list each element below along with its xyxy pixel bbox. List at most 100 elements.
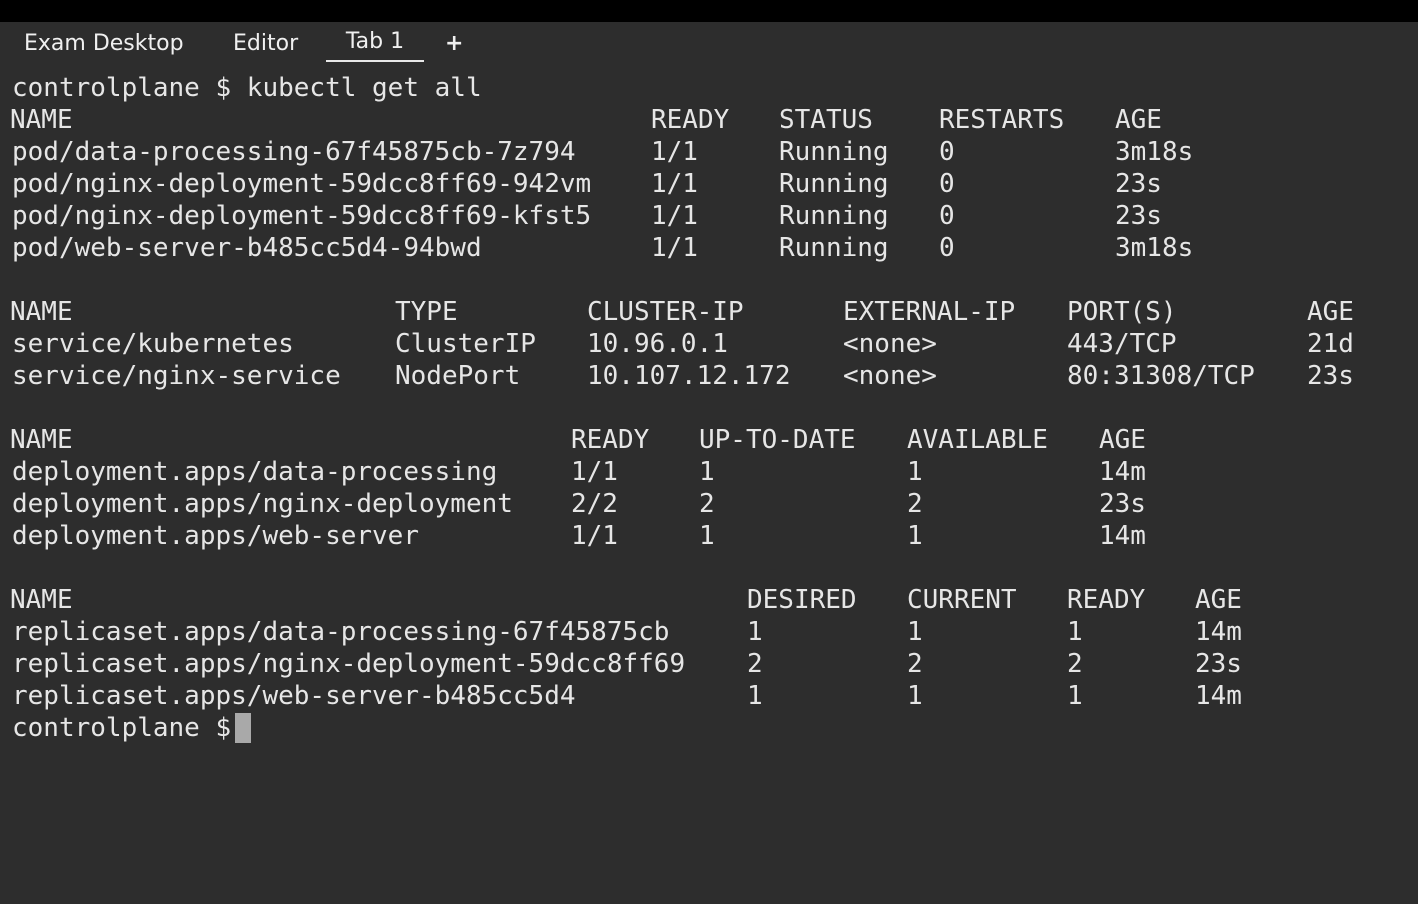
pods-col-restarts: RESTARTS bbox=[939, 105, 1065, 135]
deployment-age: 14m bbox=[1099, 457, 1146, 487]
deployment-up-to-date: 2 bbox=[699, 489, 715, 519]
pod-restarts: 0 bbox=[939, 137, 955, 167]
deployment-age: 14m bbox=[1099, 521, 1146, 551]
tab-tab-1[interactable]: Tab 1 bbox=[326, 22, 424, 62]
deployments-col-age: AGE bbox=[1099, 425, 1146, 455]
top-black-bar bbox=[0, 0, 1418, 22]
deployments-col-up-to-date: UP-TO-DATE bbox=[699, 425, 856, 455]
replicaset-age: 14m bbox=[1195, 617, 1242, 647]
table-row: pod/nginx-deployment-59dcc8ff69-kfst5 1/… bbox=[12, 200, 1412, 232]
pod-name: pod/nginx-deployment-59dcc8ff69-kfst5 bbox=[12, 201, 592, 231]
cursor-block bbox=[235, 713, 252, 743]
replicasets-col-name: NAME bbox=[10, 585, 73, 615]
pod-name: pod/web-server-b485cc5d4-94bwd bbox=[12, 233, 482, 263]
add-tab-button[interactable]: + bbox=[445, 22, 463, 66]
prompt-text: controlplane $ bbox=[12, 713, 232, 743]
replicaset-ready: 1 bbox=[1067, 681, 1083, 711]
prompt-line[interactable]: controlplane $ bbox=[12, 712, 1412, 744]
tab-editor[interactable]: Editor bbox=[233, 22, 298, 66]
pod-name: pod/nginx-deployment-59dcc8ff69-942vm bbox=[12, 169, 592, 199]
pods-col-ready: READY bbox=[651, 105, 730, 135]
command-prompt-text: controlplane $ kubectl get all bbox=[12, 73, 482, 103]
pods-col-status: STATUS bbox=[779, 105, 873, 135]
services-col-name: NAME bbox=[10, 297, 73, 327]
deployments-col-ready: READY bbox=[571, 425, 650, 455]
replicasets-col-age: AGE bbox=[1195, 585, 1242, 615]
replicaset-current: 2 bbox=[907, 649, 923, 679]
table-row: replicaset.apps/web-server-b485cc5d4 1 1… bbox=[12, 680, 1412, 712]
services-col-ports: PORT(S) bbox=[1067, 297, 1177, 327]
pod-restarts: 0 bbox=[939, 201, 955, 231]
pod-status: Running bbox=[779, 201, 889, 231]
replicasets-col-current: CURRENT bbox=[907, 585, 1017, 615]
service-type: ClusterIP bbox=[395, 329, 536, 359]
deployment-name: deployment.apps/data-processing bbox=[12, 457, 498, 487]
deployment-up-to-date: 1 bbox=[699, 521, 715, 551]
deployments-header-row: NAME READY UP-TO-DATE AVAILABLE AGE bbox=[10, 424, 1412, 456]
replicaset-age: 23s bbox=[1195, 649, 1242, 679]
services-col-type: TYPE bbox=[395, 297, 458, 327]
deployment-name: deployment.apps/nginx-deployment bbox=[12, 489, 513, 519]
terminal-output[interactable]: controlplane $ kubectl get all NAME READ… bbox=[10, 72, 1412, 782]
services-col-age: AGE bbox=[1307, 297, 1354, 327]
table-row: deployment.apps/data-processing 1/1 1 1 … bbox=[12, 456, 1412, 488]
service-name: service/kubernetes bbox=[12, 329, 294, 359]
pod-age: 23s bbox=[1115, 169, 1162, 199]
pod-restarts: 0 bbox=[939, 233, 955, 263]
pod-name: pod/data-processing-67f45875cb-7z794 bbox=[12, 137, 576, 167]
replicaset-name: replicaset.apps/data-processing-67f45875… bbox=[12, 617, 670, 647]
replicasets-header-row: NAME DESIRED CURRENT READY AGE bbox=[10, 584, 1412, 616]
table-row: deployment.apps/nginx-deployment 2/2 2 2… bbox=[12, 488, 1412, 520]
deployment-ready: 1/1 bbox=[571, 457, 618, 487]
pod-age: 23s bbox=[1115, 201, 1162, 231]
pod-status: Running bbox=[779, 169, 889, 199]
table-row: pod/data-processing-67f45875cb-7z794 1/1… bbox=[12, 136, 1412, 168]
service-type: NodePort bbox=[395, 361, 521, 391]
replicaset-desired: 1 bbox=[747, 681, 763, 711]
services-col-external-ip: EXTERNAL-IP bbox=[843, 297, 1016, 327]
service-external-ip: <none> bbox=[843, 329, 937, 359]
pod-ready: 1/1 bbox=[651, 233, 698, 263]
service-name: service/nginx-service bbox=[12, 361, 341, 391]
replicaset-name: replicaset.apps/nginx-deployment-59dcc8f… bbox=[12, 649, 686, 679]
service-cluster-ip: 10.107.12.172 bbox=[587, 361, 791, 391]
replicaset-ready: 2 bbox=[1067, 649, 1083, 679]
pods-col-age: AGE bbox=[1115, 105, 1162, 135]
deployment-available: 1 bbox=[907, 521, 923, 551]
replicaset-age: 14m bbox=[1195, 681, 1242, 711]
replicasets-col-ready: READY bbox=[1067, 585, 1146, 615]
table-row: deployment.apps/web-server 1/1 1 1 14m bbox=[12, 520, 1412, 552]
service-ports: 80:31308/TCP bbox=[1067, 361, 1255, 391]
pods-col-name: NAME bbox=[10, 105, 73, 135]
pod-ready: 1/1 bbox=[651, 169, 698, 199]
service-age: 23s bbox=[1307, 361, 1354, 391]
pod-age: 3m18s bbox=[1115, 137, 1194, 167]
table-row: replicaset.apps/nginx-deployment-59dcc8f… bbox=[12, 648, 1412, 680]
replicaset-desired: 2 bbox=[747, 649, 763, 679]
pod-status: Running bbox=[779, 233, 889, 263]
replicaset-current: 1 bbox=[907, 617, 923, 647]
table-row: service/kubernetes ClusterIP 10.96.0.1 <… bbox=[12, 328, 1412, 360]
command-line: controlplane $ kubectl get all bbox=[12, 72, 1412, 104]
table-row: replicaset.apps/data-processing-67f45875… bbox=[12, 616, 1412, 648]
services-col-cluster-ip: CLUSTER-IP bbox=[587, 297, 744, 327]
replicaset-name: replicaset.apps/web-server-b485cc5d4 bbox=[12, 681, 576, 711]
pod-status: Running bbox=[779, 137, 889, 167]
deployment-available: 2 bbox=[907, 489, 923, 519]
deployment-ready: 2/2 bbox=[571, 489, 618, 519]
prompt-text-wrapper: controlplane $ bbox=[12, 712, 252, 744]
pod-ready: 1/1 bbox=[651, 201, 698, 231]
pod-ready: 1/1 bbox=[651, 137, 698, 167]
services-header-row: NAME TYPE CLUSTER-IP EXTERNAL-IP PORT(S)… bbox=[10, 296, 1412, 328]
service-cluster-ip: 10.96.0.1 bbox=[587, 329, 728, 359]
deployment-ready: 1/1 bbox=[571, 521, 618, 551]
service-external-ip: <none> bbox=[843, 361, 937, 391]
tab-bar: Exam Desktop Editor Tab 1 + bbox=[0, 22, 1418, 68]
tab-exam-desktop[interactable]: Exam Desktop bbox=[24, 22, 184, 66]
deployment-up-to-date: 1 bbox=[699, 457, 715, 487]
pod-age: 3m18s bbox=[1115, 233, 1194, 263]
table-row: service/nginx-service NodePort 10.107.12… bbox=[12, 360, 1412, 392]
pods-header-row: NAME READY STATUS RESTARTS AGE bbox=[10, 104, 1412, 136]
